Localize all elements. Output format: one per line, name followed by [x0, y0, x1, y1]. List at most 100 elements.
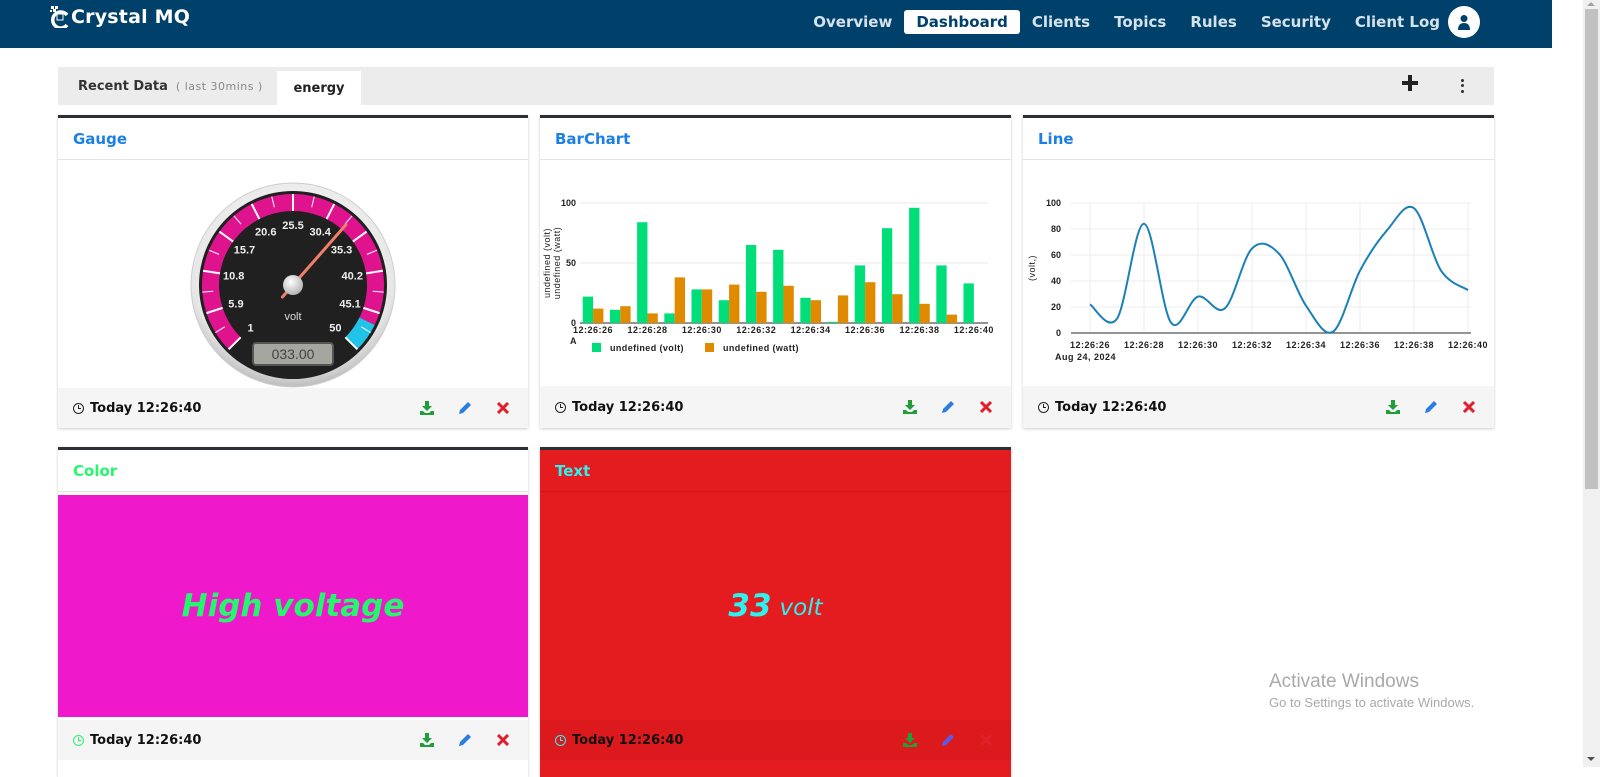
nav-rules[interactable]: Rules	[1178, 10, 1248, 34]
clock-icon	[555, 401, 566, 413]
close-icon	[980, 401, 992, 413]
download-button[interactable]	[902, 399, 918, 415]
widget-color: Color High voltage Today 12:26:40	[58, 447, 528, 777]
line-x-tick-label: 12:26:32	[1232, 340, 1272, 350]
user-avatar-button[interactable]	[1448, 6, 1480, 38]
more-options-button[interactable]	[1460, 78, 1464, 94]
widget-title: BarChart	[540, 118, 1011, 160]
nav-topics[interactable]: Topics	[1102, 10, 1178, 34]
widget-footer: Today 12:26:40	[540, 720, 1011, 760]
gauge-tick-label: 40.2	[342, 271, 363, 283]
widget-footer: Today 12:26:40	[58, 720, 528, 760]
line-x-tick-label: 12:26:26	[1070, 340, 1110, 350]
nav-clients[interactable]: Clients	[1020, 10, 1102, 34]
plus-icon	[1402, 75, 1418, 91]
timestamp: Today 12:26:40	[1038, 400, 1166, 415]
bar	[936, 265, 947, 323]
scrollbar-thumb[interactable]	[1585, 9, 1598, 489]
line-x-tick-label: 12:26:40	[1448, 340, 1488, 350]
edit-button[interactable]	[457, 732, 473, 748]
top-navbar: Crystal MQ Overview Dashboard Clients To…	[0, 0, 1552, 48]
add-widget-button[interactable]	[1402, 74, 1418, 96]
main-nav: Overview Dashboard Clients Topics Rules …	[801, 10, 1452, 34]
bar-x-tick-label: 12:26:40	[954, 325, 994, 335]
close-icon	[497, 734, 509, 746]
delete-button[interactable]	[978, 399, 994, 415]
edit-button[interactable]	[457, 400, 473, 416]
bar	[729, 284, 740, 323]
bar	[827, 321, 838, 323]
dashboard-tabbar: Recent Data ( last 30mins ) energy	[58, 67, 1494, 105]
line-x-tick-label: 12:26:30	[1178, 340, 1218, 350]
vertical-ellipsis-icon	[1460, 79, 1464, 83]
clock-icon	[73, 734, 84, 746]
edit-button[interactable]	[940, 399, 956, 415]
bar	[756, 291, 767, 323]
bar	[773, 249, 784, 323]
delete-button[interactable]	[495, 732, 511, 748]
timestamp: Today 12:26:40	[555, 400, 683, 415]
tab-recent-label: Recent Data	[78, 79, 168, 94]
bar	[881, 228, 893, 323]
tab-recent-data[interactable]: Recent Data ( last 30mins )	[78, 79, 263, 94]
timestamp: Today 12:26:40	[73, 401, 201, 416]
crystal-logo-icon	[50, 6, 69, 28]
bar	[810, 300, 821, 323]
edit-button[interactable]	[940, 732, 956, 748]
download-button[interactable]	[419, 732, 435, 748]
delete-button[interactable]	[978, 732, 994, 748]
color-display: High voltage	[58, 495, 528, 717]
nav-overview[interactable]: Overview	[801, 10, 904, 34]
bar-x-tick-label: 12:26:28	[627, 325, 667, 335]
delete-button[interactable]	[1461, 399, 1477, 415]
line-y-tick-label: 20	[1051, 302, 1061, 312]
bar	[854, 265, 866, 323]
bar-y-axis-label: undefined (volt)	[542, 228, 552, 298]
bar	[674, 277, 685, 323]
gauge-chart: 1 5.9 10.8 15.720.6 25.5 30.4 35.3 40.2 45.1 50 vo…	[190, 182, 396, 388]
bar-date-label: A	[570, 336, 577, 346]
line-date-label: Aug 24, 2024	[1055, 352, 1116, 362]
delete-button[interactable]	[495, 400, 511, 416]
line-y-tick-label: 40	[1051, 276, 1061, 286]
nav-security[interactable]: Security	[1249, 10, 1343, 34]
line-series-volt	[1089, 205, 1469, 334]
nav-client-log[interactable]: Client Log	[1343, 10, 1452, 34]
gauge-value-readout: 033.00	[272, 346, 315, 362]
bar	[637, 222, 648, 323]
legend-label: undefined (volt)	[610, 343, 684, 353]
user-icon	[1458, 15, 1470, 30]
scroll-up-arrow-icon[interactable]	[1587, 2, 1595, 6]
widget-title: Text	[540, 450, 1011, 492]
bar	[582, 296, 594, 323]
gauge-tick-label: 35.3	[331, 245, 352, 257]
download-icon	[1386, 400, 1400, 414]
scroll-down-arrow-icon[interactable]	[1587, 757, 1595, 761]
widget-title: Line	[1023, 118, 1494, 160]
bar	[783, 285, 794, 323]
gauge-body: 1 5.9 10.8 15.7 20.6 25.5 30.4 35.3 40.2 45.1 50 vo…	[58, 163, 528, 388]
gauge-needle-hub	[283, 275, 303, 295]
bar-x-tick-label: 12:26:36	[845, 325, 885, 335]
widget-gauge: Gauge 1 5.9 10.8 15.7 20.6 25.5 30.4 35.3 40.2 45…	[58, 115, 528, 428]
tab-energy[interactable]: energy	[277, 71, 361, 105]
bar	[909, 207, 920, 323]
app-logo[interactable]: Crystal MQ	[50, 6, 190, 28]
edit-button[interactable]	[1423, 399, 1439, 415]
tab-recent-sub: ( last 30mins )	[175, 80, 263, 93]
bar	[745, 245, 757, 323]
app-name: Crystal MQ	[71, 6, 191, 28]
bar-chart: 05010012:26:26 12:26:28 12:26:30 12:26:32 12…	[542, 198, 994, 353]
download-button[interactable]	[1385, 399, 1401, 415]
download-button[interactable]	[419, 400, 435, 416]
page-scrollbar[interactable]	[1583, 0, 1600, 767]
download-button[interactable]	[902, 732, 918, 748]
widget-title: Color	[58, 450, 528, 492]
gauge-tick-label: 10.8	[223, 271, 244, 283]
bar	[609, 309, 621, 323]
nav-dashboard[interactable]: Dashboard	[904, 10, 1020, 34]
widget-title: Gauge	[58, 118, 528, 160]
bar-x-tick-label: 12:26:26	[573, 325, 613, 335]
gauge-tick-label: 30.4	[310, 227, 332, 239]
gauge-tick-label: 5.9	[228, 299, 243, 311]
